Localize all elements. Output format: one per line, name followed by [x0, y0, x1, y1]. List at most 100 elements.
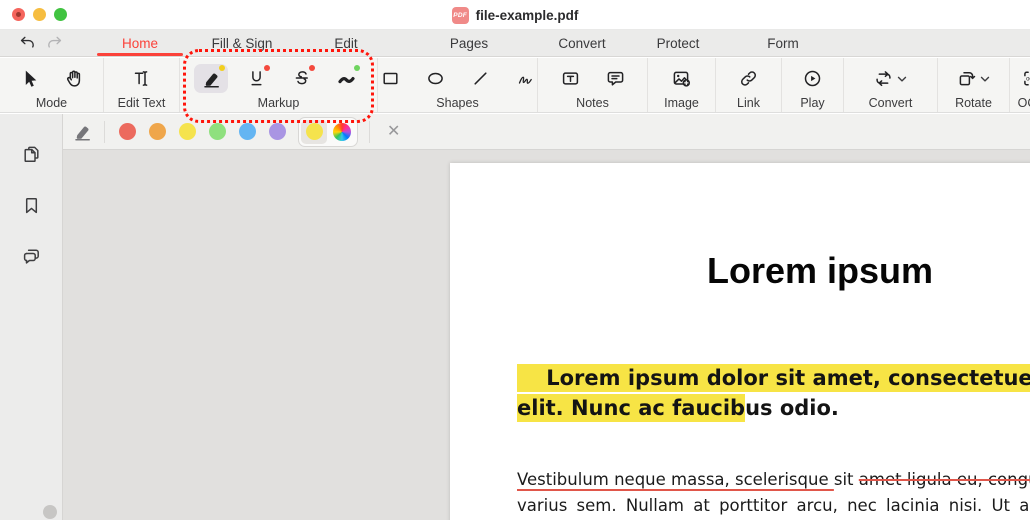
toolbar-group-link: Link — [716, 58, 782, 112]
sidebar-page-thumbnails-button[interactable] — [16, 140, 46, 168]
scribble-tool-button[interactable] — [508, 64, 542, 93]
heading-segment: Lorem ipsum dolor sit amet, consectetuer — [517, 364, 1030, 392]
pane-resize-handle[interactable] — [43, 505, 57, 519]
line-icon — [470, 68, 491, 89]
color-swatch-red[interactable] — [119, 123, 136, 140]
tab-form[interactable]: Form — [736, 30, 830, 56]
selected-color-swatch-yellow[interactable] — [301, 119, 327, 144]
toolbar-group-icons — [553, 62, 632, 95]
comment-tool-button[interactable] — [598, 64, 632, 93]
redo-button[interactable] — [43, 32, 67, 54]
toolbar-group-icons: ocr — [1015, 62, 1030, 95]
toolbar-group-shapes: Shapes — [378, 58, 538, 112]
color-swatch-purple[interactable] — [269, 123, 286, 140]
document-body: Vestibulum neque massa, scelerisque sit … — [517, 467, 1030, 519]
insert-image-tool-button[interactable] — [665, 64, 699, 93]
link-tool-button[interactable] — [732, 64, 766, 93]
undo-icon — [17, 34, 36, 53]
bookmark-icon — [21, 195, 42, 216]
tab-label: Home — [121, 35, 158, 51]
ellipse-tool-button[interactable] — [418, 64, 452, 93]
toolbar-group-label: Play — [800, 96, 825, 110]
tool-badge — [264, 65, 270, 71]
highlighter-icon — [201, 68, 222, 89]
tab-protect[interactable]: Protect — [620, 30, 736, 56]
window-title: file-example.pdf — [475, 8, 579, 23]
color-wheel-button[interactable] — [329, 120, 355, 144]
heading-line: Lorem ipsum dolor sit amet, consectetuer — [517, 363, 1030, 393]
chevron-down-icon — [979, 74, 991, 84]
edit-text-tool-button[interactable] — [125, 64, 159, 93]
tab-label: Form — [767, 35, 799, 51]
text-box-icon — [560, 68, 581, 89]
color-swatch-yellow[interactable] — [179, 123, 196, 140]
cursor-arrow-icon — [19, 68, 40, 89]
traffic-lights — [12, 8, 67, 21]
toolbar-group-label: Convert — [868, 96, 913, 110]
document-heading: Lorem ipsum dolor sit amet, consectetuer… — [517, 363, 1030, 423]
tab-convert[interactable]: Convert — [544, 30, 620, 56]
toolbar-group-ocr: ocr OCR — [1010, 58, 1030, 112]
window-title-area: PDF file-example.pdf — [451, 5, 579, 24]
toolbar-group-mode: Mode — [0, 58, 104, 112]
highlight-tool-button[interactable] — [194, 64, 228, 93]
heading-segment: elit. Nunc ac faucib — [517, 394, 746, 422]
thumbnails-icon — [21, 144, 42, 165]
toolbar-group-icons — [194, 62, 363, 95]
tab-edit[interactable]: Edit — [298, 30, 394, 56]
text-note-tool-button[interactable] — [553, 64, 587, 93]
document-area: Lorem ipsum Lorem ipsum dolor sit amet, … — [63, 150, 1030, 520]
highlight-color-bar: ✕ — [63, 114, 1030, 150]
image-add-icon — [671, 68, 692, 89]
color-swatch-blue[interactable] — [239, 123, 256, 140]
close-color-bar-button[interactable]: ✕ — [381, 123, 406, 140]
tab-label: Convert — [558, 35, 606, 51]
color-swatch-green[interactable] — [209, 123, 226, 140]
rect-icon — [380, 68, 401, 89]
ocr-tool-button[interactable]: ocr — [1015, 64, 1030, 93]
select-tool-button[interactable] — [12, 64, 46, 93]
rectangle-tool-button[interactable] — [373, 64, 407, 93]
strikethrough-tool-button[interactable] — [284, 64, 318, 93]
sidebar-bookmarks-button[interactable] — [16, 191, 46, 219]
divider — [104, 120, 105, 143]
heading-segment: us odio. — [745, 396, 839, 420]
highlighter-icon — [72, 121, 93, 142]
hand-tool-button[interactable] — [57, 64, 91, 93]
scribble-icon — [515, 68, 536, 89]
marker-tool-button[interactable] — [329, 64, 363, 93]
zoom-window-button[interactable] — [54, 8, 67, 21]
body-segment: varius sem. Nullam at porttitor arcu, ne… — [517, 496, 1030, 515]
color-swatch-orange[interactable] — [149, 123, 166, 140]
comments-icon — [21, 246, 42, 267]
sidebar-annotations-list-button[interactable] — [16, 242, 46, 270]
toolbar-group-edit-text: Edit Text — [104, 58, 180, 112]
pdf-page: Lorem ipsum Lorem ipsum dolor sit amet, … — [450, 163, 1030, 520]
line-tool-button[interactable] — [463, 64, 497, 93]
toolbar-group-icons — [12, 62, 91, 95]
toolbar-group-label: Image — [664, 96, 699, 110]
rotate-tool-button[interactable] — [951, 64, 997, 93]
underline-tool-button[interactable] — [239, 64, 273, 93]
tab-fill-sign[interactable]: Fill & Sign — [186, 30, 298, 56]
body-line: Vestibulum neque massa, scelerisque sit … — [517, 467, 1030, 493]
play-tool-button[interactable] — [796, 64, 830, 93]
tab-label: Pages — [449, 35, 489, 51]
undo-button[interactable] — [14, 32, 38, 54]
strikethrough-icon — [291, 68, 312, 89]
tab-pages[interactable]: Pages — [394, 30, 544, 56]
tab-home[interactable]: Home — [94, 30, 186, 56]
minimize-window-button[interactable] — [33, 8, 46, 21]
play-icon — [802, 68, 823, 89]
pdf-file-icon: PDF — [451, 7, 469, 24]
toolbar-group-label: OCR — [1017, 96, 1030, 110]
selected-color-dot — [305, 123, 323, 140]
ellipse-icon — [425, 68, 446, 89]
close-window-button[interactable] — [12, 8, 25, 21]
chevron-down-icon — [896, 74, 908, 84]
body-segment: amet ligula eu, congue — [858, 470, 1030, 489]
convert-tool-button[interactable] — [868, 64, 914, 93]
divider — [369, 120, 370, 143]
document-title: Lorem ipsum — [707, 250, 934, 291]
toolbar-group-icons — [125, 62, 159, 95]
